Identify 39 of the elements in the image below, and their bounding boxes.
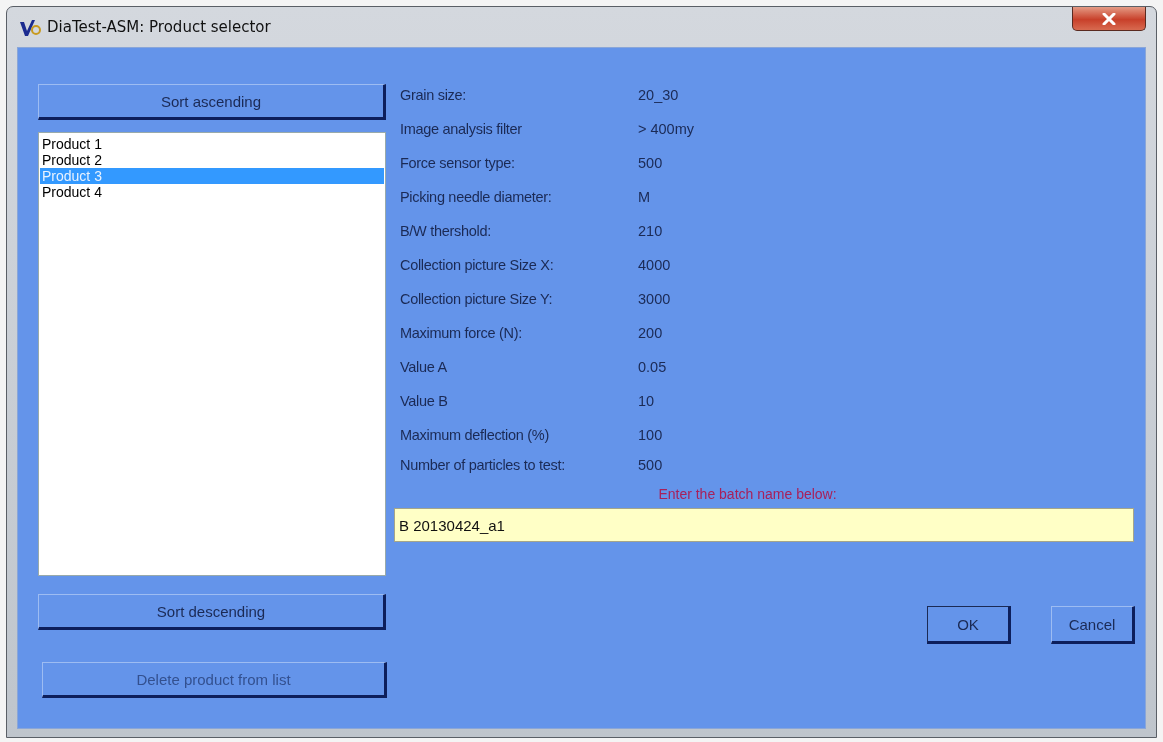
property-label: Maximum deflection (%) — [400, 427, 550, 443]
product-list-item[interactable]: Product 4 — [40, 184, 384, 200]
property-label: Grain size: — [400, 87, 467, 103]
close-button[interactable] — [1072, 7, 1146, 31]
property-label: Number of particles to test: — [400, 457, 566, 473]
property-value: 100 — [638, 427, 663, 443]
property-label: Value B — [400, 393, 449, 409]
product-list-item[interactable]: Product 2 — [40, 152, 384, 168]
property-label: Picking needle diameter: — [400, 189, 553, 205]
cancel-button[interactable]: Cancel — [1051, 606, 1135, 644]
ok-button[interactable]: OK — [927, 606, 1011, 644]
product-list-item[interactable]: Product 3 — [40, 168, 384, 184]
window-title: DiaTest-ASM: Product selector — [47, 18, 271, 36]
sort-ascending-button[interactable]: Sort ascending — [38, 84, 386, 120]
property-value: 500 — [638, 155, 663, 171]
property-value: 20_30 — [638, 87, 679, 103]
sort-descending-button[interactable]: Sort descending — [38, 594, 386, 630]
property-value: > 400my — [638, 121, 695, 137]
property-label: Collection picture Size X: — [400, 257, 555, 273]
property-value: 210 — [638, 223, 663, 239]
property-label: Collection picture Size Y: — [400, 291, 554, 307]
property-label: Maximum force (N): — [400, 325, 523, 341]
property-value: 10 — [638, 393, 655, 409]
product-list-item[interactable]: Product 1 — [40, 136, 384, 152]
property-value: M — [638, 189, 651, 205]
property-value: 500 — [638, 457, 663, 473]
property-value: 200 — [638, 325, 663, 341]
property-label: Value A — [400, 359, 448, 375]
app-logo-icon — [19, 17, 41, 37]
property-label: Force sensor type: — [400, 155, 516, 171]
close-icon — [1102, 12, 1116, 25]
batch-name-field[interactable]: B 20130424_a1 — [394, 508, 1134, 542]
property-value: 4000 — [638, 257, 671, 273]
batch-prompt: Enter the batch name below: — [658, 486, 837, 502]
product-list[interactable]: Product 1 Product 2 Product 3 Product 4 — [38, 132, 386, 576]
property-value: 0.05 — [638, 359, 667, 375]
property-label: B/W thershold: — [400, 223, 492, 239]
property-value: 3000 — [638, 291, 671, 307]
property-label: Image analysis filter — [400, 121, 523, 137]
